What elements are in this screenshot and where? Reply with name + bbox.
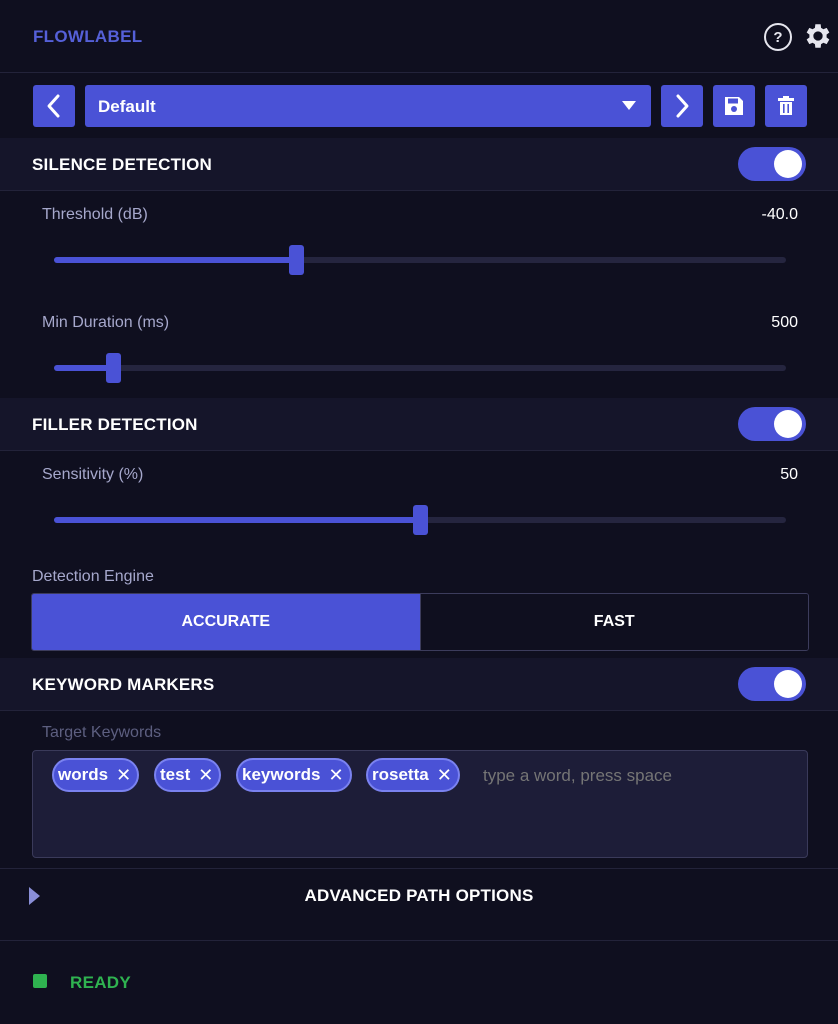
- slider-thumb[interactable]: [105, 353, 121, 383]
- keyword-tag[interactable]: rosetta ✕: [366, 758, 460, 792]
- slider-fill: [54, 517, 420, 523]
- close-icon[interactable]: ✕: [437, 766, 452, 784]
- engine-option-accurate[interactable]: ACCURATE: [32, 594, 420, 650]
- toggle-knob: [774, 670, 802, 698]
- advanced-path-options-title: ADVANCED PATH OPTIONS: [304, 886, 534, 905]
- keyword-markers-title: KEYWORD MARKERS: [32, 675, 215, 694]
- close-icon[interactable]: ✕: [116, 766, 131, 784]
- keyword-markers-toggle[interactable]: [738, 667, 806, 701]
- silence-detection-header: SILENCE DETECTION: [0, 138, 838, 191]
- help-icon[interactable]: ?: [764, 23, 792, 51]
- next-preset-button[interactable]: [661, 85, 703, 127]
- min-duration-value: 500: [771, 314, 798, 331]
- keyword-tag-label: keywords: [242, 765, 321, 784]
- close-icon[interactable]: ✕: [198, 766, 213, 784]
- slider-fill: [54, 365, 113, 371]
- keyword-markers-header: KEYWORD MARKERS: [0, 658, 838, 711]
- chevron-left-icon: [47, 94, 60, 118]
- sensitivity-slider[interactable]: [54, 505, 786, 535]
- threshold-value: -40.0: [761, 206, 798, 223]
- slider-fill: [54, 257, 296, 263]
- filler-detection-toggle[interactable]: [738, 407, 806, 441]
- keyword-tag-label: rosetta: [372, 765, 429, 784]
- status-text: READY: [70, 973, 132, 992]
- threshold-label: Threshold (dB): [42, 206, 148, 223]
- toggle-knob: [774, 410, 802, 438]
- prev-preset-button[interactable]: [33, 85, 75, 127]
- target-keywords-label: Target Keywords: [42, 724, 162, 741]
- sensitivity-label: Sensitivity (%): [42, 466, 144, 483]
- dropdown-caret-icon: [622, 101, 636, 110]
- keyword-tag[interactable]: test ✕: [154, 758, 222, 792]
- keyword-entry-field[interactable]: [483, 766, 783, 786]
- trash-icon: [778, 96, 794, 115]
- app-header: FLOWLABEL ?: [0, 0, 838, 73]
- advanced-path-options-expander[interactable]: ADVANCED PATH OPTIONS: [0, 868, 838, 941]
- close-icon[interactable]: ✕: [328, 766, 343, 784]
- preset-select-value: Default: [98, 97, 156, 116]
- gear-icon[interactable]: [802, 20, 834, 52]
- filler-detection-title: FILLER DETECTION: [32, 415, 198, 434]
- keyword-tags-input[interactable]: words ✕ test ✕ keywords ✕ rosetta ✕: [32, 750, 808, 858]
- min-duration-label: Min Duration (ms): [42, 314, 170, 331]
- slider-thumb[interactable]: [413, 505, 428, 535]
- save-preset-button[interactable]: [713, 85, 755, 127]
- silence-detection-toggle[interactable]: [738, 147, 806, 181]
- status-dot-icon: [33, 974, 47, 988]
- engine-option-fast[interactable]: FAST: [419, 594, 808, 650]
- chevron-right-icon: [676, 94, 689, 118]
- toggle-knob: [774, 150, 802, 178]
- save-icon: [725, 97, 743, 115]
- filler-detection-header: FILLER DETECTION: [0, 398, 838, 451]
- preset-select[interactable]: Default: [85, 85, 651, 127]
- delete-preset-button[interactable]: [765, 85, 807, 127]
- preset-toolbar: Default: [0, 85, 838, 127]
- slider-thumb[interactable]: [288, 245, 304, 275]
- detection-engine-label: Detection Engine: [32, 568, 154, 585]
- sensitivity-value: 50: [780, 466, 798, 483]
- min-duration-slider[interactable]: [54, 353, 786, 383]
- keyword-tag[interactable]: words ✕: [52, 758, 140, 792]
- threshold-slider[interactable]: [54, 245, 786, 275]
- app-title: FLOWLABEL: [33, 27, 143, 46]
- keyword-tag-label: words: [58, 765, 109, 784]
- silence-detection-title: SILENCE DETECTION: [32, 155, 213, 174]
- keyword-tag-label: test: [160, 765, 191, 784]
- keyword-tag[interactable]: keywords ✕: [236, 758, 352, 792]
- detection-engine-segmented-control: ACCURATE FAST: [31, 593, 809, 651]
